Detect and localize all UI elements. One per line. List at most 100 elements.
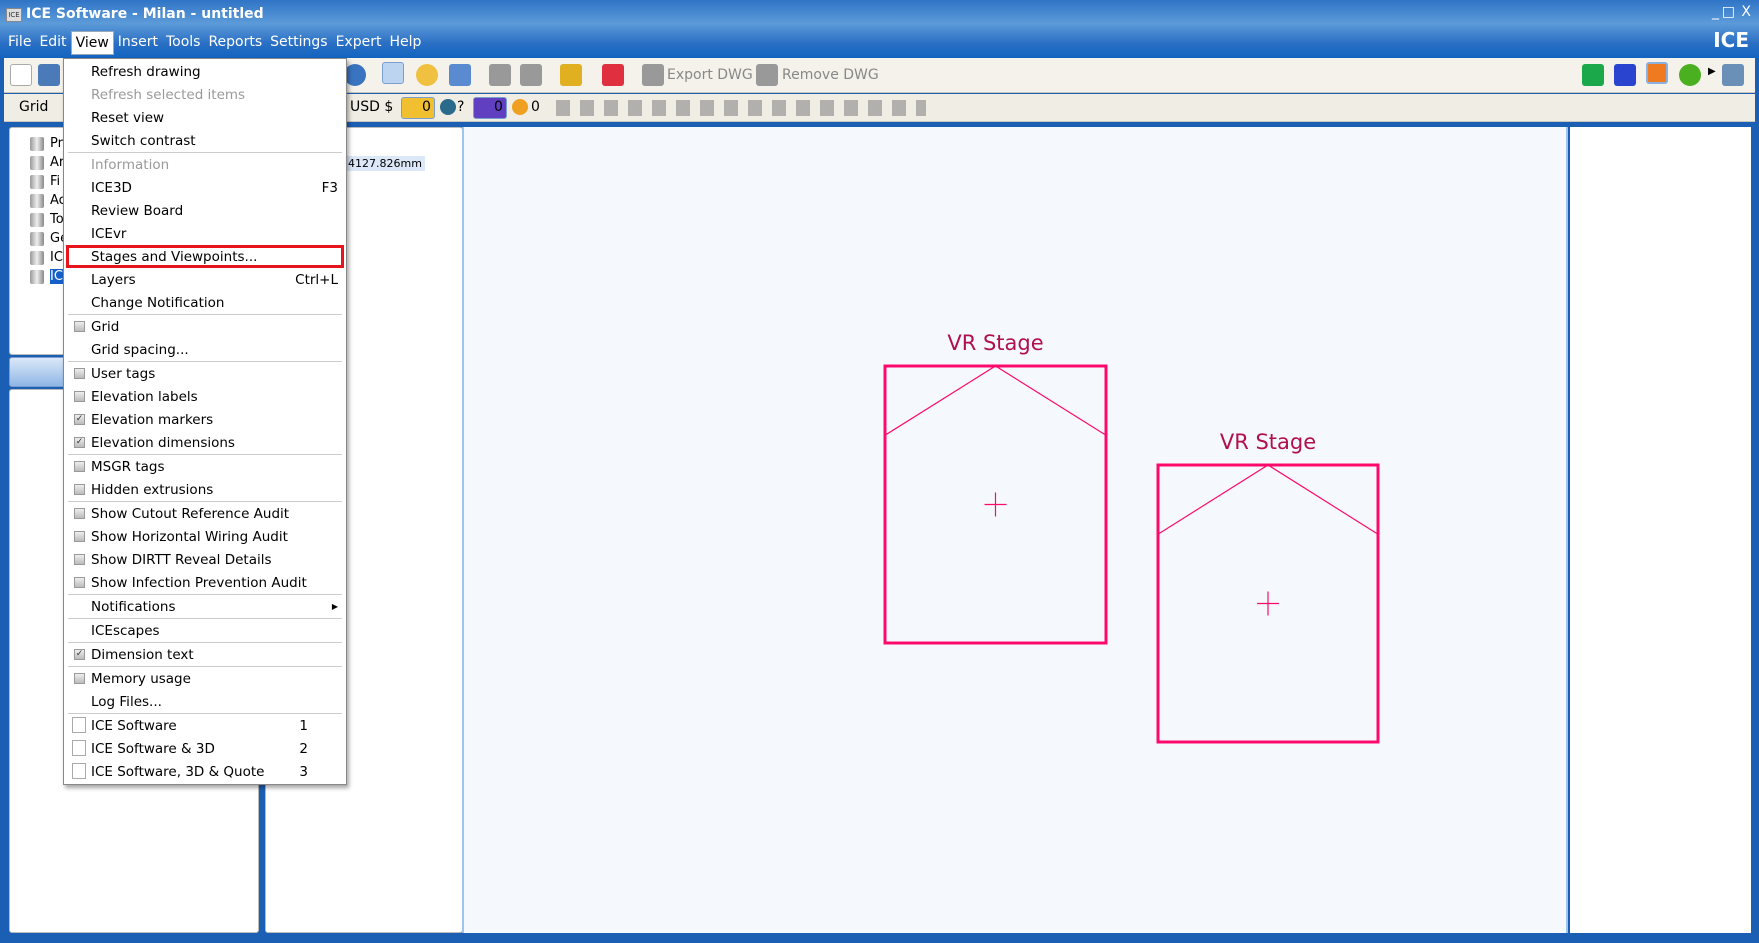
checkbox-icon[interactable] xyxy=(74,531,85,542)
list-view-icon[interactable] xyxy=(489,64,511,86)
shield-icon[interactable] xyxy=(560,64,582,86)
grid-toggle[interactable]: Grid xyxy=(19,99,48,115)
tree-item[interactable]: Ac xyxy=(30,193,66,208)
menu-item-show-infection-prevention-audit[interactable]: Show Infection Prevention Audit xyxy=(66,571,344,594)
tree-item[interactable]: IC xyxy=(30,269,63,284)
menu-item-elevation-markers[interactable]: ✓ Elevation markers xyxy=(66,408,344,431)
menu-item-refresh-drawing[interactable]: Refresh drawing xyxy=(66,60,344,83)
remove-dwg-icon[interactable] xyxy=(756,64,778,86)
overflow-arrow-icon[interactable]: ▶ xyxy=(1708,66,1716,77)
checkbox-icon[interactable] xyxy=(74,484,85,495)
menu-item-label: Reset view xyxy=(91,109,165,126)
menu-item-dimension-text[interactable]: ✓ Dimension text xyxy=(66,643,344,666)
checkbox-icon[interactable] xyxy=(74,554,85,565)
remove-dwg-button[interactable]: Remove DWG xyxy=(782,67,879,83)
dollar-icon[interactable] xyxy=(1679,64,1701,86)
checkbox-icon[interactable] xyxy=(74,673,85,684)
menu-item-ice-software-3d-quote[interactable]: ICE Software, 3D & Quote 3 xyxy=(66,760,344,783)
menu-item-review-board[interactable]: Review Board xyxy=(66,199,344,222)
minimize-button[interactable]: _ xyxy=(1712,4,1719,20)
open-folder-icon[interactable] xyxy=(38,64,60,86)
checkbox-icon[interactable] xyxy=(74,461,85,472)
tree-item[interactable]: Fi xyxy=(30,174,60,189)
menu-item-change-notification[interactable]: Change Notification xyxy=(66,291,344,314)
tree-item[interactable]: Ar xyxy=(30,155,64,170)
checkbox-icon[interactable]: ✓ xyxy=(74,649,85,660)
menu-item-stages-and-viewpoints[interactable]: Stages and Viewpoints... xyxy=(66,245,344,268)
currency-selector[interactable]: USD $ xyxy=(350,99,393,115)
tree-item[interactable]: IC xyxy=(30,250,63,265)
menu-expert[interactable]: Expert xyxy=(332,31,386,55)
menu-item-icevr[interactable]: ICEvr xyxy=(66,222,344,245)
menu-item-elevation-labels[interactable]: Elevation labels xyxy=(66,385,344,408)
vr-cube-icon[interactable] xyxy=(1614,64,1636,86)
checkbox-icon[interactable] xyxy=(74,508,85,519)
menu-item-label: Dimension text xyxy=(91,646,194,663)
menu-item-label: MSGR tags xyxy=(91,458,165,475)
redo-icon[interactable] xyxy=(344,64,366,86)
menu-tools[interactable]: Tools xyxy=(162,31,205,55)
menu-item-reset-view[interactable]: Reset view xyxy=(66,106,344,129)
export-dwg-button[interactable]: Export DWG xyxy=(667,67,753,83)
menu-item-layers[interactable]: Layers Ctrl+L xyxy=(66,268,344,291)
menu-item-icescapes[interactable]: ICEscapes xyxy=(66,619,344,642)
menu-item-elevation-dimensions[interactable]: ✓ Elevation dimensions xyxy=(66,431,344,454)
menu-reports[interactable]: Reports xyxy=(204,31,266,55)
maximize-button[interactable]: □ xyxy=(1722,4,1735,20)
menu-item-ice3d[interactable]: ICE3D F3 xyxy=(66,176,344,199)
menu-item-label: Show Infection Prevention Audit xyxy=(91,574,307,591)
checkbox-icon[interactable]: ✓ xyxy=(74,437,85,448)
s-cube-icon[interactable] xyxy=(1582,64,1604,86)
select-pointer-icon[interactable] xyxy=(382,62,404,84)
folder-icon xyxy=(30,250,44,265)
tree-item[interactable]: Pr xyxy=(30,136,63,151)
new-file-icon[interactable] xyxy=(10,64,32,86)
stamp-icon[interactable] xyxy=(602,64,624,86)
export-dwg-icon[interactable] xyxy=(642,64,664,86)
menu-view[interactable]: View xyxy=(70,31,114,55)
menu-edit[interactable]: Edit xyxy=(35,31,70,55)
checkbox-icon[interactable] xyxy=(74,391,85,402)
menu-item-notifications[interactable]: Notifications ▶ xyxy=(66,595,344,618)
pan-icon[interactable] xyxy=(449,64,471,86)
menu-item-information[interactable]: Information xyxy=(66,153,344,176)
vr-stage[interactable]: VR Stage xyxy=(883,331,1108,645)
menu-item-memory-usage[interactable]: Memory usage xyxy=(66,667,344,690)
menu-item-user-tags[interactable]: User tags xyxy=(66,362,344,385)
menu-item-label: Log Files... xyxy=(91,693,162,710)
p-icon[interactable] xyxy=(512,99,528,115)
vr-stage[interactable]: VR Stage xyxy=(1156,430,1380,744)
monitor-icon[interactable] xyxy=(1722,64,1744,86)
folder-icon xyxy=(30,193,44,208)
checkbox-icon[interactable] xyxy=(74,577,85,588)
grid-view-icon[interactable] xyxy=(520,64,542,86)
folder-icon xyxy=(30,136,44,151)
menu-item-switch-contrast[interactable]: Switch contrast xyxy=(66,129,344,152)
menu-item-log-files[interactable]: Log Files... xyxy=(66,690,344,713)
drawing-canvas[interactable]: VR Stage VR Stage xyxy=(462,127,1568,933)
close-button[interactable]: X xyxy=(1741,4,1751,20)
menu-file[interactable]: File xyxy=(4,31,35,55)
zoom-icon[interactable] xyxy=(416,64,438,86)
menu-item-grid[interactable]: Grid xyxy=(66,315,344,338)
menu-item-hidden-extrusions[interactable]: Hidden extrusions xyxy=(66,478,344,501)
menu-item-show-horizontal-wiring-audit[interactable]: Show Horizontal Wiring Audit xyxy=(66,525,344,548)
menu-item-ice-software-3d[interactable]: ICE Software & 3D 2 xyxy=(66,737,344,760)
orange-cube-icon[interactable] xyxy=(1646,62,1668,84)
layout-icon xyxy=(72,717,86,733)
drawing-tools-icons[interactable] xyxy=(556,100,926,116)
checkbox-icon[interactable]: ✓ xyxy=(74,414,85,425)
menu-settings[interactable]: Settings xyxy=(266,31,331,55)
menu-insert[interactable]: Insert xyxy=(114,31,162,55)
menu-item-refresh-selected-items[interactable]: Refresh selected items xyxy=(66,83,344,106)
checkbox-icon[interactable] xyxy=(74,321,85,332)
menu-help[interactable]: Help xyxy=(385,31,425,55)
menu-item-show-cutout-reference-audit[interactable]: Show Cutout Reference Audit xyxy=(66,502,344,525)
menu-item-grid-spacing[interactable]: Grid spacing... xyxy=(66,338,344,361)
checkbox-icon[interactable] xyxy=(74,368,85,379)
tree-item[interactable]: To xyxy=(30,212,64,227)
menu-item-ice-software[interactable]: ICE Software 1 xyxy=(66,714,344,737)
fyi-icon[interactable] xyxy=(440,99,456,115)
menu-item-msgr-tags[interactable]: MSGR tags xyxy=(66,455,344,478)
menu-item-show-dirtt-reveal-details[interactable]: Show DIRTT Reveal Details xyxy=(66,548,344,571)
